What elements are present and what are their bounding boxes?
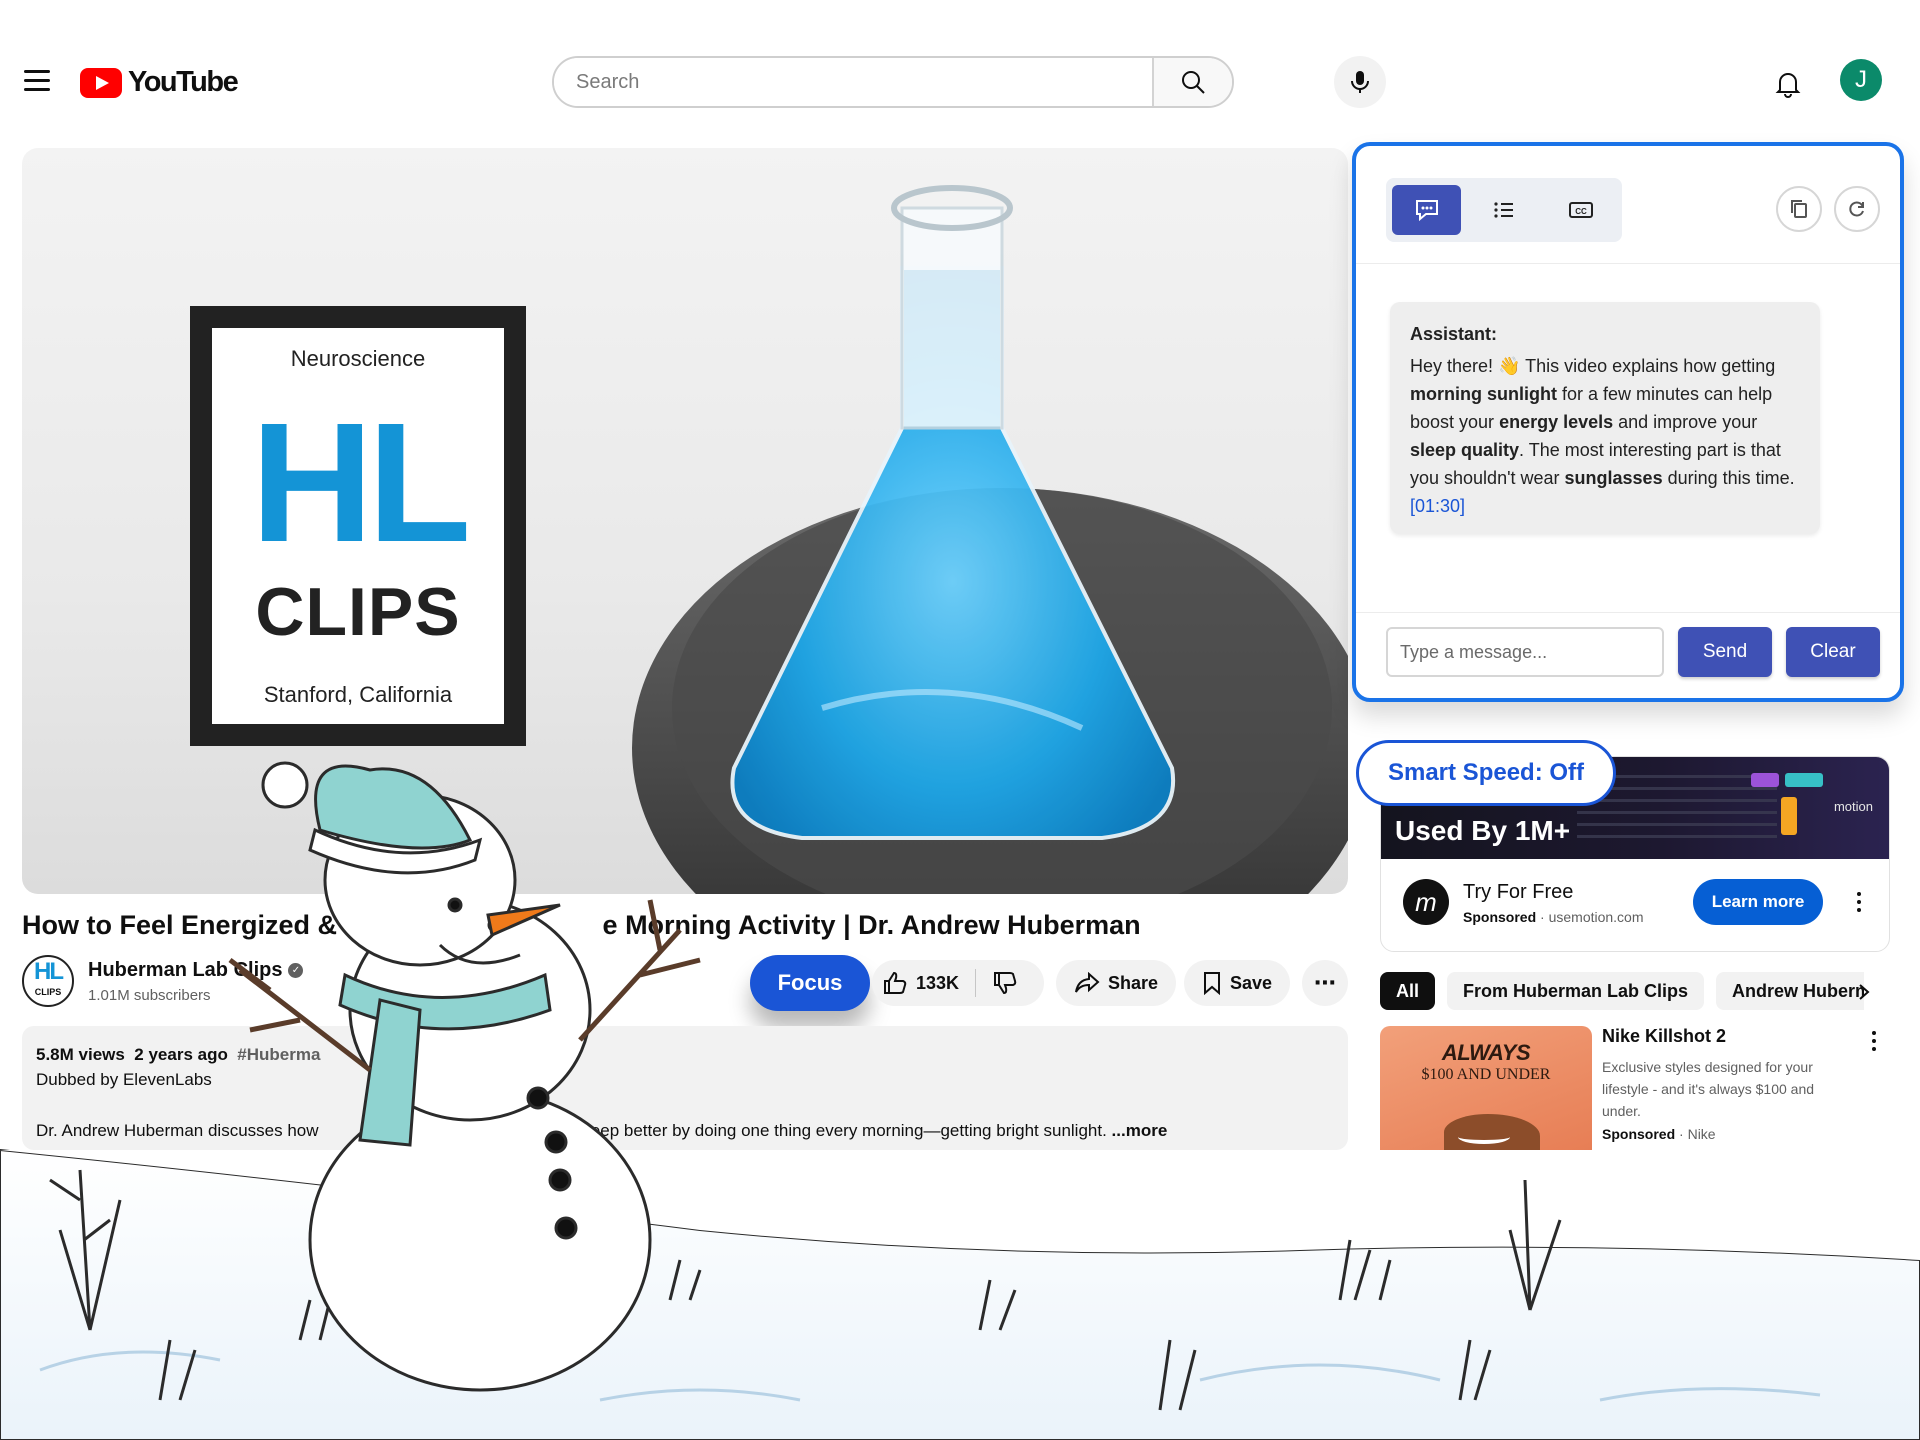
sneaker-image <box>1444 1114 1540 1150</box>
nike-thumb-headline: ALWAYS <box>1441 1040 1531 1065</box>
verified-icon: ✓ <box>288 963 304 979</box>
message-input[interactable] <box>1386 627 1664 677</box>
dislike-button[interactable] <box>976 960 1018 1006</box>
menu-icon[interactable] <box>20 66 54 96</box>
chip-all[interactable]: All <box>1380 972 1436 1010</box>
smart-speed-toggle[interactable]: Smart Speed: Off <box>1356 740 1616 806</box>
message-text: Hey there! 👋 This video explains how get… <box>1410 356 1795 516</box>
microphone-icon <box>1351 71 1369 93</box>
youtube-play-icon <box>80 67 122 98</box>
youtube-logo[interactable]: YouTube <box>80 66 239 99</box>
video-title: How to Feel Energized & Se Morning Activ… <box>22 910 1141 940</box>
voice-search-button[interactable] <box>1334 56 1386 108</box>
assistant-composer: Send Clear <box>1356 612 1900 702</box>
ad-menu-icon[interactable] <box>1849 887 1869 917</box>
hashtag[interactable]: #Huberma <box>237 1045 320 1064</box>
nike-ad-thumbnail[interactable]: ALWAYS $100 AND UNDER <box>1380 1026 1592 1150</box>
nike-ad-description: Exclusive styles designed for your lifes… <box>1602 1059 1815 1119</box>
search-input[interactable] <box>554 58 1152 106</box>
chat-icon <box>1415 200 1438 222</box>
timestamp-link[interactable]: [01:30] <box>1410 496 1465 516</box>
thumbs-down-icon <box>994 972 1017 995</box>
tab-summary-list[interactable] <box>1469 185 1538 235</box>
chip-andrew-huberman[interactable]: Andrew Huberman <box>1716 972 1864 1010</box>
channel-name[interactable]: Huberman Lab Clips ✓ <box>88 959 304 982</box>
dubbed-label: Dubbed by ElevenLabs <box>36 1070 212 1089</box>
search-icon <box>1182 71 1205 94</box>
assistant-tabs: CC <box>1386 178 1622 242</box>
ellipsis-icon: ⋯ <box>1314 970 1336 995</box>
refresh-icon <box>1849 201 1864 217</box>
share-icon <box>1075 972 1100 993</box>
message-speaker: Assistant: <box>1410 324 1498 344</box>
like-count: 133K <box>916 972 960 993</box>
tab-chat[interactable] <box>1392 185 1462 235</box>
thumbs-up-icon <box>884 971 907 994</box>
ad-title: Try For Free <box>1463 881 1574 903</box>
ad-sponsored-line: Sponsored · usemotion.com <box>1463 909 1644 925</box>
nike-ad-menu-icon[interactable] <box>1864 1026 1884 1056</box>
bookmark-icon <box>1204 972 1220 995</box>
save-button[interactable]: Save <box>1184 960 1291 1006</box>
description-stats: 5.8M views 2 years ago #Huberma <box>36 1045 321 1064</box>
chips-next-button[interactable] <box>1846 974 1882 1010</box>
notifications-button[interactable] <box>1768 64 1808 104</box>
tab-captions[interactable]: CC <box>1547 185 1616 235</box>
logo-text: YouTube <box>128 66 239 98</box>
ad-banner-text: Used By 1M+ <box>1395 815 1571 846</box>
like-button[interactable]: 133K <box>872 960 959 1006</box>
refresh-button[interactable] <box>1834 186 1880 232</box>
svg-text:CC: CC <box>1576 207 1588 216</box>
closed-captions-icon: CC <box>1569 202 1594 218</box>
copy-icon <box>1791 200 1807 218</box>
list-icon <box>1494 202 1513 218</box>
description-text: Dr. Andrew Huberman discusses how sleep b… <box>36 1121 1168 1140</box>
bell-icon <box>1775 73 1801 98</box>
snow-ground <box>0 1148 1920 1440</box>
masthead: YouTube J <box>0 0 1920 165</box>
nike-sponsored-line: Sponsored · Nike <box>1602 1126 1716 1142</box>
show-more-link[interactable]: ...more <box>1112 1121 1168 1140</box>
assistant-toolbar: CC <box>1356 146 1900 264</box>
copy-button[interactable] <box>1776 186 1822 232</box>
filter-chips: All From Huberman Lab Clips Andrew Huber… <box>1380 972 1864 1012</box>
clear-button[interactable]: Clear <box>1786 627 1880 677</box>
more-actions-button[interactable]: ⋯ <box>1302 960 1348 1006</box>
focus-button[interactable]: Focus <box>750 955 870 1011</box>
flask-scene <box>632 185 1348 894</box>
description-box[interactable]: 5.8M views 2 years ago #Huberma Dubbed b… <box>22 1026 1348 1150</box>
subscriber-count: 1.01M subscribers <box>88 987 211 1004</box>
learn-more-button[interactable]: Learn more <box>1693 879 1823 925</box>
nike-thumb-price: $100 AND UNDER <box>1421 1066 1551 1083</box>
assistant-panel: CC Assistant: Hey there! 👋 This video ex… <box>1352 142 1904 702</box>
like-dislike-group: 133K <box>872 960 1044 1006</box>
share-button[interactable]: Share <box>1056 960 1177 1006</box>
search-box <box>552 56 1234 108</box>
video-player[interactable]: Neuroscience HL CLIPS Stanford, Californ… <box>22 148 1348 894</box>
ad-banner-brand: motion <box>1833 799 1873 814</box>
assistant-message: Assistant: Hey there! 👋 This video expla… <box>1390 302 1820 534</box>
chevron-right-icon <box>1859 984 1870 1000</box>
send-button[interactable]: Send <box>1678 627 1772 677</box>
channel-avatar[interactable]: HL CLIPS <box>22 955 74 1007</box>
nike-ad-title[interactable]: Nike Killshot 2 <box>1602 1026 1726 1047</box>
account-avatar[interactable]: J <box>1840 59 1882 101</box>
search-button[interactable] <box>1152 58 1232 106</box>
advertiser-logo: m <box>1403 879 1449 925</box>
chip-from-channel[interactable]: From Huberman Lab Clips <box>1447 972 1705 1010</box>
